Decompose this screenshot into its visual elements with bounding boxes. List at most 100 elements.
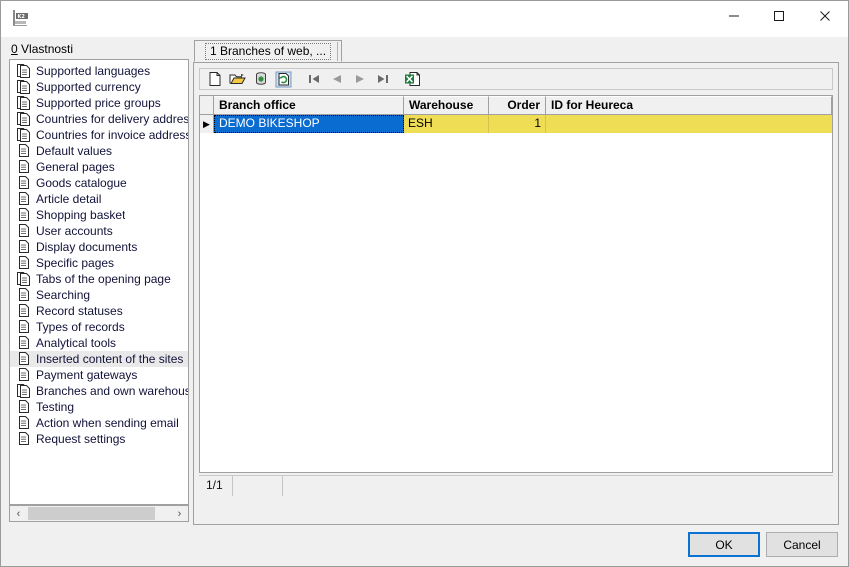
- sidebar-item-label: Supported currency: [36, 80, 141, 94]
- scrollbar-thumb[interactable]: [28, 507, 155, 520]
- sidebar-item-display-documents[interactable]: Display documents: [10, 239, 188, 255]
- sidebar-item-user-accounts[interactable]: User accounts: [10, 223, 188, 239]
- table-cell-branch-office[interactable]: DEMO BIKESHOP: [214, 115, 404, 133]
- multi-document-icon: [17, 80, 30, 94]
- sidebar-item-label: Analytical tools: [36, 336, 117, 350]
- document-icon: [19, 224, 29, 237]
- sidebar-item-testing[interactable]: Testing: [10, 399, 188, 415]
- scroll-right-icon[interactable]: ›: [171, 506, 188, 521]
- document-icon: [19, 144, 29, 157]
- properties-sidebar: 0 Vlastnosti Supported languages Supporte…: [9, 42, 189, 522]
- sidebar-item-supported-price-groups[interactable]: Supported price groups: [10, 95, 188, 111]
- maximize-button[interactable]: [756, 1, 802, 31]
- branches-panel: Branch office Warehouse Order ID for Heurec…: [193, 62, 839, 525]
- document-icon: [19, 320, 29, 333]
- table-row[interactable]: ▶ DEMO BIKESHOP ESH 1: [200, 115, 832, 133]
- trash-can-icon[interactable]: [249, 69, 272, 89]
- sidebar-item-request-settings[interactable]: Request settings: [10, 431, 188, 447]
- new-document-icon[interactable]: [203, 69, 226, 89]
- grid-status-bar: 1/1: [199, 475, 833, 496]
- document-icon: [19, 416, 29, 429]
- tab-label: 1 Branches of web, ...: [205, 42, 332, 60]
- sidebar-item-general-pages[interactable]: General pages: [10, 159, 188, 175]
- sidebar-item-supported-currency[interactable]: Supported currency: [10, 79, 188, 95]
- sidebar-item-searching[interactable]: Searching: [10, 287, 188, 303]
- document-icon: [19, 304, 29, 317]
- sidebar-item-countries-for-invoice-addresses[interactable]: Countries for invoice addresses: [10, 127, 188, 143]
- sidebar-item-inserted-content-of-the-sites[interactable]: Inserted content of the sites: [10, 351, 188, 367]
- record-position-label: 1/1: [199, 475, 233, 496]
- previous-record-icon[interactable]: [325, 69, 348, 89]
- row-marker-icon: ▶: [200, 115, 214, 133]
- sidebar-title-text: Vlastnosti: [17, 42, 74, 56]
- sidebar-item-label: Goods catalogue: [36, 176, 127, 190]
- k2-logo-icon: K2: [10, 8, 32, 30]
- document-icon: [19, 400, 29, 413]
- sidebar-item-article-detail[interactable]: Article detail: [10, 191, 188, 207]
- document-icon: [19, 432, 29, 445]
- status-field-2: [233, 475, 283, 496]
- multi-document-icon: [17, 96, 30, 110]
- ok-button[interactable]: OK: [688, 532, 760, 557]
- record-toolbar: [199, 68, 833, 90]
- tab-branches-of-web[interactable]: 1 Branches of web, ...: [194, 40, 343, 62]
- next-record-icon[interactable]: [348, 69, 371, 89]
- table-cell-order[interactable]: 1: [489, 115, 546, 133]
- multi-document-icon: [17, 64, 30, 78]
- sidebar-item-action-when-sending-email[interactable]: Action when sending email: [10, 415, 188, 431]
- table-cell-id-for-heureca[interactable]: [546, 115, 832, 133]
- sidebar-item-record-statuses[interactable]: Record statuses: [10, 303, 188, 319]
- open-folder-icon[interactable]: [226, 69, 249, 89]
- svg-text:K2: K2: [18, 14, 26, 20]
- scrollbar-track[interactable]: [27, 506, 171, 521]
- sidebar-item-tabs-of-the-opening-page[interactable]: Tabs of the opening page: [10, 271, 188, 287]
- sidebar-item-label: Shopping basket: [36, 208, 126, 222]
- refresh-document-icon[interactable]: [272, 69, 295, 89]
- properties-list[interactable]: Supported languages Supported currency Sup…: [9, 59, 189, 505]
- sidebar-item-label: Specific pages: [36, 256, 115, 270]
- sidebar-item-label: User accounts: [36, 224, 113, 238]
- sidebar-item-analytical-tools[interactable]: Analytical tools: [10, 335, 188, 351]
- sidebar-item-types-of-records[interactable]: Types of records: [10, 319, 188, 335]
- column-header-order[interactable]: Order: [489, 96, 546, 115]
- sidebar-title-accel: 0: [11, 42, 18, 56]
- sidebar-item-shopping-basket[interactable]: Shopping basket: [10, 207, 188, 223]
- close-button[interactable]: [802, 1, 848, 31]
- scroll-left-icon[interactable]: ‹: [10, 506, 27, 521]
- column-header-id-for-heureca[interactable]: ID for Heureca: [546, 96, 832, 115]
- sidebar-item-countries-for-delivery-addresses[interactable]: Countries for delivery addresses: [10, 111, 188, 127]
- sidebar-item-specific-pages[interactable]: Specific pages: [10, 255, 188, 271]
- table-cell-warehouse[interactable]: ESH: [404, 115, 489, 133]
- minimize-button[interactable]: [711, 1, 757, 31]
- sidebar-item-supported-languages[interactable]: Supported languages: [10, 63, 188, 79]
- sidebar-item-branches-and-own-warehouses[interactable]: Branches and own warehouses: [10, 383, 188, 399]
- document-icon: [19, 176, 29, 189]
- sidebar-item-label: Supported price groups: [36, 96, 161, 110]
- document-icon: [19, 240, 29, 253]
- dialog-footer: OK Cancel: [1, 525, 848, 566]
- sidebar-item-goods-catalogue[interactable]: Goods catalogue: [10, 175, 188, 191]
- branches-table[interactable]: Branch office Warehouse Order ID for Heurec…: [199, 95, 833, 473]
- sidebar-item-label: Action when sending email: [36, 416, 179, 430]
- column-header-warehouse[interactable]: Warehouse: [404, 96, 489, 115]
- cancel-button[interactable]: Cancel: [766, 532, 838, 557]
- sidebar-item-label: Request settings: [36, 432, 126, 446]
- sidebar-horizontal-scrollbar[interactable]: ‹ ›: [9, 505, 189, 522]
- sidebar-item-default-values[interactable]: Default values: [10, 143, 188, 159]
- document-icon: [19, 256, 29, 269]
- column-header-branch-office[interactable]: Branch office: [214, 96, 404, 115]
- document-icon: [19, 288, 29, 301]
- sidebar-item-label: Default values: [36, 144, 113, 158]
- title-bar: K2: [1, 1, 848, 37]
- excel-export-icon[interactable]: [401, 69, 424, 89]
- sidebar-item-label: Record statuses: [36, 304, 123, 318]
- document-icon: [19, 368, 29, 381]
- table-header-row: Branch office Warehouse Order ID for Heurec…: [200, 96, 832, 115]
- sidebar-item-payment-gateways[interactable]: Payment gateways: [10, 367, 188, 383]
- header-gutter: [200, 96, 214, 115]
- first-record-icon[interactable]: [302, 69, 325, 89]
- sidebar-title: 0 Vlastnosti: [9, 42, 189, 59]
- sidebar-item-label: Payment gateways: [36, 368, 138, 382]
- content-pane: 1 Branches of web, ... Branch office War…: [193, 40, 839, 525]
- last-record-icon[interactable]: [371, 69, 394, 89]
